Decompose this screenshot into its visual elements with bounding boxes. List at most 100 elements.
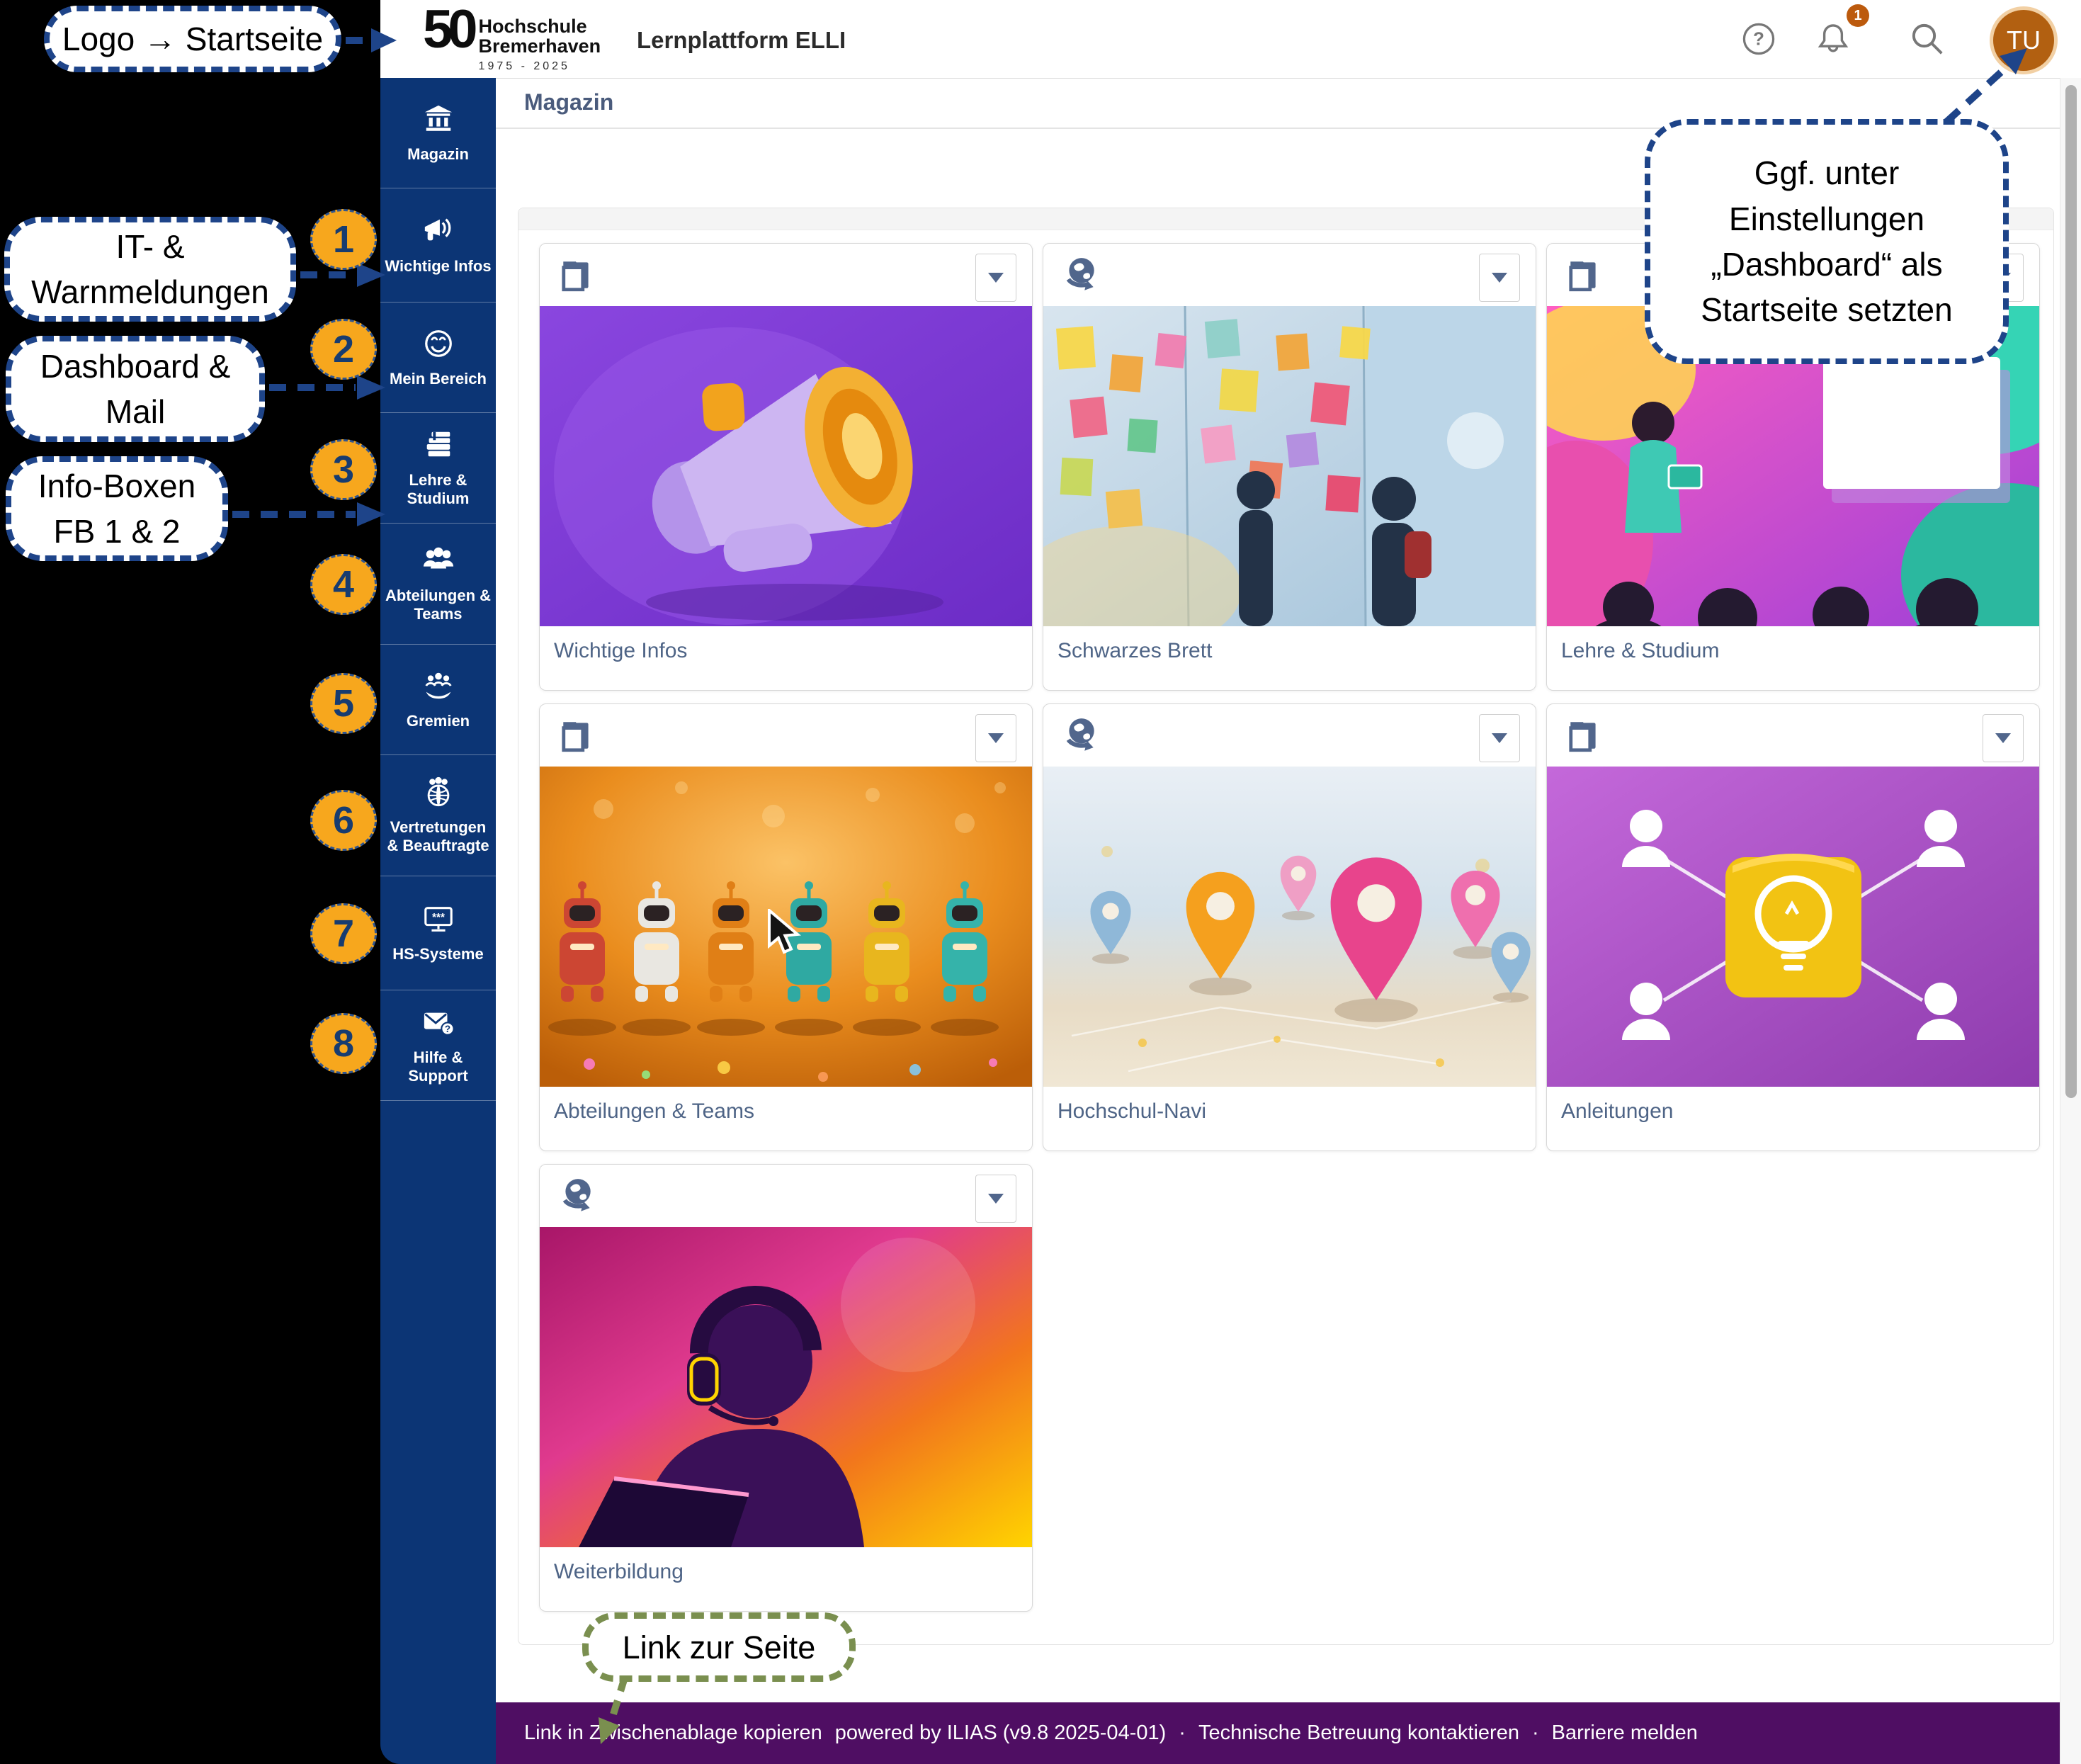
card-actions-dropdown[interactable] xyxy=(975,1175,1016,1223)
megaphone-icon xyxy=(422,215,455,251)
settings-callout-line: Startseite setzten xyxy=(1701,287,1952,332)
folder-icon xyxy=(1565,716,1604,754)
svg-text:?: ? xyxy=(444,1023,450,1034)
main-sidebar: Magazin Wichtige Infos Mein Bereich Lehr… xyxy=(380,78,496,1764)
callout-line: Mail xyxy=(106,389,165,434)
globe-people-icon xyxy=(422,776,455,812)
sidebar-item-label: HS-Systeme xyxy=(389,945,487,963)
sidebar-item-label: Magazin xyxy=(404,145,472,164)
svg-text:***: *** xyxy=(432,912,445,924)
settings-callout-line: „Dashboard“ als xyxy=(1711,242,1942,287)
hochschule-bremerhaven-logo[interactable]: 50 Hochschule Bremerhaven 1975 - 2025 xyxy=(423,4,601,73)
chevron-down-icon xyxy=(1995,733,2011,743)
step-badge-6: 6 xyxy=(310,790,377,851)
card-title-link[interactable]: Abteilungen & Teams xyxy=(554,1099,1018,1124)
sidebar-item-mein-bereich[interactable]: Mein Bereich xyxy=(380,303,496,413)
scrollbar[interactable] xyxy=(2060,78,2081,1764)
megaphone-illustration xyxy=(540,306,1032,626)
sidebar-item-abteilungen-teams[interactable]: Abteilungen & Teams xyxy=(380,524,496,645)
footer-link[interactable]: powered by ILIAS (v9.8 2025-04-01) xyxy=(835,1721,1167,1745)
step-badge-7: 7 xyxy=(310,903,377,964)
sidebar-item-gremien[interactable]: Gremien xyxy=(380,645,496,755)
lightbulb-illustration xyxy=(1547,767,2039,1087)
card-title-link[interactable]: Wichtige Infos xyxy=(554,639,1018,663)
step-badge-8: 8 xyxy=(310,1013,377,1074)
annotation-callout: Info-Boxen FB 1 & 2 xyxy=(6,456,228,561)
sidebar-item-label: Gremien xyxy=(403,712,473,730)
help-icon[interactable]: ? xyxy=(1738,18,1779,60)
card-actions-dropdown[interactable] xyxy=(1479,714,1520,762)
settings-callout-line: Einstellungen xyxy=(1729,196,1924,242)
sticky-notes-photo xyxy=(1043,306,1536,626)
link-icon xyxy=(558,1177,596,1215)
logo-line2: Bremerhaven xyxy=(479,37,601,57)
card-title-link[interactable]: Lehre & Studium xyxy=(1561,639,2025,663)
sidebar-item-label: Mein Bereich xyxy=(386,370,490,388)
card-abteilungen-teams[interactable]: Abteilungen & Teams xyxy=(539,703,1033,1151)
logo-callout: Logo → Startseite xyxy=(44,6,341,72)
link-icon xyxy=(1062,716,1100,754)
step-badge-2: 2 xyxy=(310,319,377,380)
sidebar-item-label: Vertretungen & Beauftragte xyxy=(380,818,496,855)
annotation-callout: Dashboard & Mail xyxy=(6,336,265,442)
notifications-bell-icon[interactable] xyxy=(1813,18,1854,60)
card-actions-dropdown[interactable] xyxy=(975,254,1016,302)
folder-icon xyxy=(558,716,596,754)
settings-callout: Ggf. unter Einstellungen „Dashboard“ als… xyxy=(1645,119,2009,364)
logo-callout-text: Logo → Startseite xyxy=(62,16,323,62)
callout-line: Info-Boxen xyxy=(38,463,195,509)
card-title-link[interactable]: Weiterbildung xyxy=(554,1560,1018,1584)
sidebar-item-label: Abteilungen & Teams xyxy=(380,587,496,623)
headphones-illustration xyxy=(540,1227,1032,1547)
sidebar-item-label: Wichtige Infos xyxy=(381,257,494,276)
footer-link[interactable]: Technische Betreuung kontaktieren xyxy=(1198,1721,1519,1745)
screenshot-canvas: 50 Hochschule Bremerhaven 1975 - 2025 Le… xyxy=(0,0,2081,1764)
logo-line1: Hochschule xyxy=(479,17,601,37)
callout-line: IT- & xyxy=(115,224,184,269)
logo-50: 50 xyxy=(423,4,473,55)
chevron-down-icon xyxy=(988,1194,1004,1204)
monitor-icon: *** xyxy=(422,903,455,939)
sidebar-item-lehre-studium[interactable]: Lehre & Studium xyxy=(380,413,496,524)
settings-callout-line: Ggf. unter xyxy=(1754,150,1900,196)
sidebar-item-magazin[interactable]: Magazin xyxy=(380,78,496,188)
link-callout-text: Link zur Seite xyxy=(623,1625,816,1670)
chevron-down-icon xyxy=(988,733,1004,743)
scrollbar-thumb[interactable] xyxy=(2065,85,2077,1098)
avatar[interactable]: TU xyxy=(1990,6,2058,74)
step-badge-3: 3 xyxy=(310,439,377,500)
mail-help-icon: ? xyxy=(422,1006,455,1042)
map-pins-illustration xyxy=(1043,767,1536,1087)
footer-separator: · xyxy=(1532,1721,1539,1745)
link-icon xyxy=(1062,256,1100,294)
sidebar-item-wichtige-infos[interactable]: Wichtige Infos xyxy=(380,188,496,303)
card-actions-dropdown[interactable] xyxy=(1479,254,1520,302)
card-weiterbildung[interactable]: Weiterbildung xyxy=(539,1164,1033,1612)
robots-illustration xyxy=(540,767,1032,1087)
sidebar-item-vertretungen-beauftragte[interactable]: Vertretungen & Beauftragte xyxy=(380,755,496,876)
logo-years: 1975 - 2025 xyxy=(479,60,601,73)
card-actions-dropdown[interactable] xyxy=(1983,714,2024,762)
folder-icon xyxy=(1565,256,1604,294)
books-icon xyxy=(422,429,455,465)
search-icon[interactable] xyxy=(1907,18,1948,60)
bank-icon xyxy=(422,103,455,139)
card-title-link[interactable]: Anleitungen xyxy=(1561,1099,2025,1124)
folder-icon xyxy=(558,256,596,294)
card-anleitungen[interactable]: Anleitungen xyxy=(1546,703,2040,1151)
card-title-link[interactable]: Hochschul-Navi xyxy=(1057,1099,1521,1124)
card-title-link[interactable]: Schwarzes Brett xyxy=(1057,639,1521,663)
chevron-down-icon xyxy=(988,273,1004,283)
footer-link[interactable]: Barriere melden xyxy=(1552,1721,1698,1745)
card-actions-dropdown[interactable] xyxy=(975,714,1016,762)
sidebar-item-hs-systeme[interactable]: *** HS-Systeme xyxy=(380,876,496,990)
sidebar-item-hilfe-support[interactable]: ? Hilfe & Support xyxy=(380,990,496,1101)
card-schwarzes-brett[interactable]: Schwarzes Brett xyxy=(1043,243,1536,691)
card-wichtige-infos[interactable]: Wichtige Infos xyxy=(539,243,1033,691)
footer-link[interactable]: Link in Zwischenablage kopieren xyxy=(524,1721,822,1745)
annotation-callout: IT- & Warnmeldungen xyxy=(4,217,296,322)
callout-line: FB 1 & 2 xyxy=(54,509,181,554)
breadcrumb[interactable]: Magazin xyxy=(524,89,613,115)
sidebar-item-label: Hilfe & Support xyxy=(380,1048,496,1085)
card-hochschul-navi[interactable]: Hochschul-Navi xyxy=(1043,703,1536,1151)
